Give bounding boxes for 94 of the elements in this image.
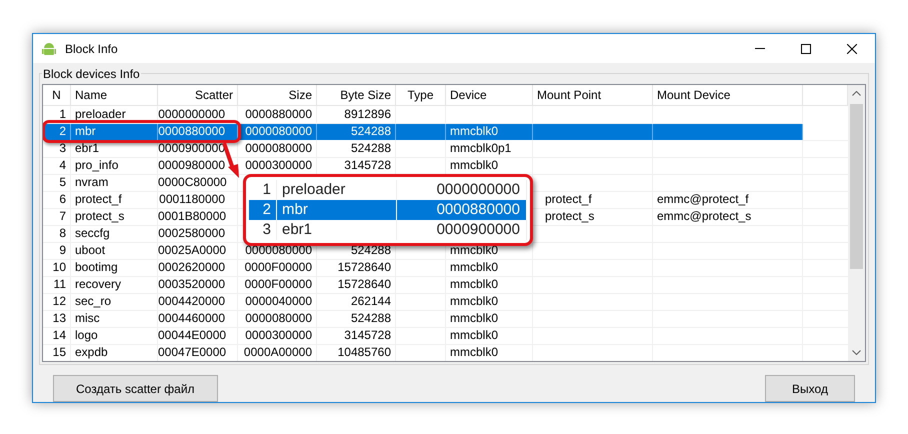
table-row[interactable]: 3 ebr1 0000900000 0000080000 524288 mmcblk0p1 (43, 140, 848, 157)
column-header[interactable]: Name (71, 85, 158, 106)
table-cell: sec_ro (71, 293, 158, 311)
table-cell: seccfg (71, 225, 158, 243)
table-cell: logo (71, 327, 158, 345)
table-cell: mmcblk0 (446, 310, 533, 328)
table-cell: ebr1 (71, 140, 158, 158)
table-row[interactable]: 13 misc 0004460000 0000080000 524288 mmcblk0 (43, 310, 848, 327)
table-cell: 3 (43, 140, 71, 158)
window-title: Block Info (65, 40, 118, 58)
table-cell: mmcblk0 (446, 293, 533, 311)
column-header[interactable]: Device (446, 85, 533, 106)
table-cell: 15728640 (317, 259, 396, 277)
table-row[interactable]: 14 logo 00044E0000 0000300000 3145728 mmcblk0 (43, 327, 848, 344)
column-header[interactable]: Mount Point (533, 85, 653, 106)
table-cell: 0000880000 (397, 200, 527, 220)
table-cell: 7 (43, 208, 71, 226)
exit-button[interactable]: Выход (765, 375, 855, 402)
table-cell: 00047E0000 (158, 344, 238, 361)
table-row[interactable]: 2 mbr 0000880000 0000080000 524288 mmcblk0 (43, 123, 848, 140)
table-cell: 524288 (317, 310, 396, 328)
column-header[interactable]: Size (238, 85, 317, 106)
table-cell: 0000080000 (238, 123, 317, 141)
table-cell: expdb (71, 344, 158, 361)
table-cell: mmcblk0 (446, 123, 533, 141)
table-cell: 10 (43, 259, 71, 277)
table-cell: 2 (43, 123, 71, 141)
table-cell: emmc@protect_f (653, 191, 803, 209)
table-row[interactable]: 12 sec_ro 0004420000 0000040000 262144 mmcblk0 (43, 293, 848, 310)
column-header[interactable]: Scatter (158, 85, 238, 106)
table-cell: mmcblk0 (446, 276, 533, 294)
table-cell: 0000300000 (238, 327, 317, 345)
table-cell: 14 (43, 327, 71, 345)
table-cell: recovery (71, 276, 158, 294)
table-cell: pro_info (71, 157, 158, 175)
table-cell: bootimg (71, 259, 158, 277)
table-cell: 11 (43, 276, 71, 294)
table-cell: 00044E0000 (158, 327, 238, 345)
table-cell: 0000C80000 (158, 174, 238, 192)
table-cell: 8 (43, 225, 71, 243)
table-cell: 3 (249, 220, 277, 240)
table-cell: 9 (43, 242, 71, 260)
table-cell: mmcblk0 (446, 327, 533, 345)
table-cell: emmc@protect_s (653, 208, 803, 226)
table-cell: 0000880000 (158, 123, 238, 141)
table-cell: 0001180000 (158, 191, 238, 209)
table-cell: 0000080000 (238, 140, 317, 158)
table-cell: 13 (43, 310, 71, 328)
table-cell: 0000F00000 (238, 259, 317, 277)
table-cell: 0000040000 (238, 293, 317, 311)
table-row[interactable]: 10 bootimg 0002620000 0000F00000 15728640 mmcblk0 (43, 259, 848, 276)
table-cell: 00025A0000 (158, 242, 238, 260)
table-cell: 0001B80000 (158, 208, 238, 226)
table-cell: 0000900000 (397, 220, 527, 240)
table-cell: misc (71, 310, 158, 328)
column-header[interactable]: N (43, 85, 71, 106)
column-header[interactable]: Byte Size (317, 85, 396, 106)
table-cell: mmcblk0 (446, 259, 533, 277)
table-cell: 262144 (317, 293, 396, 311)
table-cell: 0000F00000 (238, 276, 317, 294)
table-cell: mmcblk0p1 (446, 140, 533, 158)
table-cell: uboot (71, 242, 158, 260)
table-cell: mbr (277, 200, 397, 220)
table-cell: 0003520000 (158, 276, 238, 294)
table-cell: 3145728 (317, 327, 396, 345)
table-cell: 5 (43, 174, 71, 192)
table-cell: 524288 (317, 140, 396, 158)
table-cell: protect_s (71, 208, 158, 226)
table-cell: 0004420000 (158, 293, 238, 311)
table-row[interactable]: 11 recovery 0003520000 0000F00000 15728640 mmcblk0 (43, 276, 848, 293)
table-row[interactable]: 3 ebr1 0000900000 (249, 220, 527, 240)
create-scatter-button[interactable]: Создать scatter файл (53, 375, 218, 402)
table-cell: 12 (43, 293, 71, 311)
table-cell: 0002580000 (158, 225, 238, 243)
table-cell: 2 (249, 200, 277, 220)
table-cell: 10485760 (317, 344, 396, 361)
table-cell: 0004460000 (158, 310, 238, 328)
column-header[interactable]: Mount Device (653, 85, 803, 106)
table-cell: ebr1 (277, 220, 397, 240)
table-cell: 4 (43, 157, 71, 175)
table-cell: mbr (71, 123, 158, 141)
table-cell: mmcblk0 (446, 344, 533, 361)
table-cell: 6 (43, 191, 71, 209)
table-cell: 0000900000 (158, 140, 238, 158)
table-cell: 15728640 (317, 276, 396, 294)
table-row[interactable]: 2 mbr 0000880000 (249, 200, 527, 220)
table-cell: protect_f (71, 191, 158, 209)
table-cell: nvram (71, 174, 158, 192)
table-cell: 15 (43, 344, 71, 361)
table-cell: 524288 (317, 123, 396, 141)
table-cell: 0002620000 (158, 259, 238, 277)
table-cell: 0000A00000 (238, 344, 317, 361)
column-header[interactable]: Type (396, 85, 446, 106)
table-cell: 0000080000 (238, 310, 317, 328)
